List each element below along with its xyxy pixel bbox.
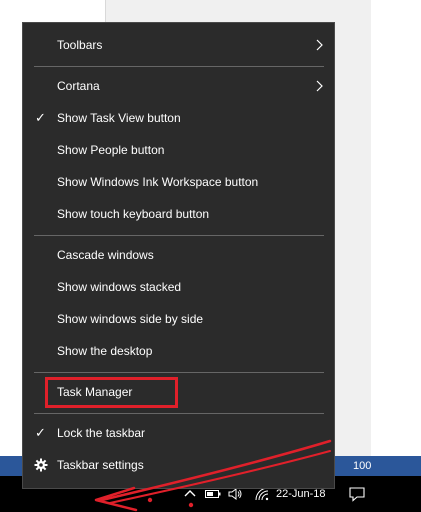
menu-item-label: Toolbars (57, 38, 103, 52)
menu-item-label: Lock the taskbar (57, 426, 146, 440)
menu-separator (34, 413, 324, 414)
menu-item-label: Show Windows Ink Workspace button (57, 175, 259, 189)
zoom-level: 100 (353, 460, 372, 472)
menu-item-show-task-view-button[interactable]: ✓ Show Task View button (23, 103, 334, 133)
menu-item-toolbars[interactable]: Toolbars (23, 30, 334, 60)
menu-item-label: Show People button (57, 143, 165, 157)
menu-item-cascade-windows[interactable]: Cascade windows (23, 240, 334, 270)
checkmark-icon: ✓ (35, 425, 46, 440)
menu-item-show-the-desktop[interactable]: Show the desktop (23, 336, 334, 366)
menu-item-label: Show windows side by side (57, 312, 204, 326)
menu-item-show-windows-side-by-side[interactable]: Show windows side by side (23, 304, 334, 334)
chevron-right-icon (316, 80, 324, 95)
menu-item-show-windows-ink-workspace-button[interactable]: Show Windows Ink Workspace button (23, 167, 334, 197)
chevron-right-icon (316, 39, 324, 54)
taskbar-context-menu: Toolbars Cortana ✓ Show Task View button… (22, 22, 335, 489)
menu-item-label: Taskbar settings (57, 458, 144, 472)
menu-item-label: Show touch keyboard button (57, 207, 210, 221)
menu-item-show-touch-keyboard-button[interactable]: Show touch keyboard button (23, 199, 334, 229)
menu-separator (34, 372, 324, 373)
background-window-right (371, 0, 421, 456)
checkmark-icon: ✓ (35, 110, 46, 125)
menu-separator (34, 66, 324, 67)
menu-item-show-windows-stacked[interactable]: Show windows stacked (23, 272, 334, 302)
menu-separator (34, 235, 324, 236)
menu-item-label: Show the desktop (57, 344, 153, 358)
menu-item-taskbar-settings[interactable]: Taskbar settings (23, 450, 334, 480)
menu-item-label: Cortana (57, 79, 100, 93)
menu-item-cortana[interactable]: Cortana (23, 71, 334, 101)
menu-item-label: Show Task View button (57, 111, 181, 125)
menu-item-label: Show windows stacked (57, 280, 182, 294)
menu-item-lock-the-taskbar[interactable]: ✓ Lock the taskbar (23, 418, 334, 448)
gear-icon (34, 458, 48, 475)
menu-item-show-people-button[interactable]: Show People button (23, 135, 334, 165)
task-manager-highlight-box (45, 377, 178, 408)
notification-icon[interactable] (348, 485, 366, 503)
menu-item-label: Cascade windows (57, 248, 154, 262)
